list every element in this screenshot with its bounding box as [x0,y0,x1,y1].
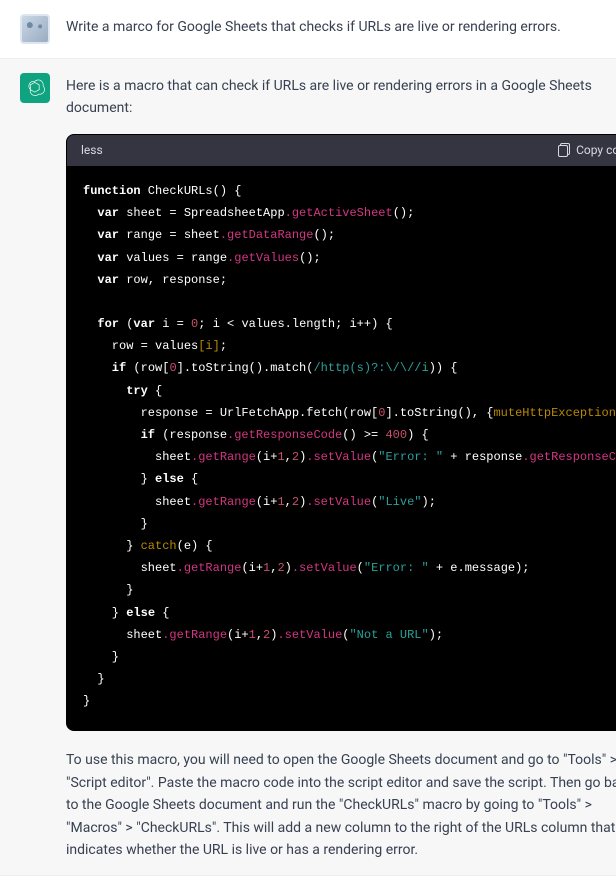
copy-code-label: Copy code [576,141,616,160]
user-avatar [20,14,50,44]
copy-code-button[interactable]: Copy code [558,141,616,160]
assistant-avatar [20,73,50,103]
code-header: less Copy code [67,135,616,166]
code-block: less Copy code function CheckURLs() { va… [66,134,616,732]
code-content: function CheckURLs() { var sheet = Sprea… [67,166,616,731]
code-language-label: less [81,141,103,160]
chat-container: Write a marco for Google Sheets that che… [0,0,616,876]
user-message-text: Write a marco for Google Sheets that che… [66,14,596,38]
assistant-message: Here is a macro that can check if URLs a… [0,59,616,876]
user-message: Write a marco for Google Sheets that che… [0,0,616,59]
clipboard-icon [558,143,570,157]
assistant-message-body: Here is a macro that can check if URLs a… [66,73,616,861]
assistant-intro-text: Here is a macro that can check if URLs a… [66,75,616,120]
assistant-outro-text: To use this macro, you will need to open… [66,749,616,861]
assistant-logo-icon [25,78,45,98]
